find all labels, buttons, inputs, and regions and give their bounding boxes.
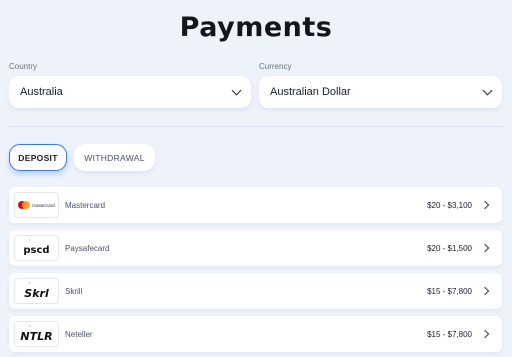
chevron-right-icon bbox=[480, 200, 490, 210]
payment-method-neteller[interactable]: ▪ NTLR Neteller $15 - $7,800 bbox=[9, 316, 502, 352]
payment-method-name: Mastercard bbox=[65, 200, 106, 210]
chevron-down-icon bbox=[482, 85, 493, 95]
paysafecard-logo-text: pscd bbox=[23, 244, 50, 256]
country-value: Australia bbox=[20, 86, 63, 98]
chevron-right-icon bbox=[480, 286, 490, 296]
payment-method-range: $20 - $3,100 bbox=[427, 200, 472, 210]
paysafecard-logo: ▪ pscd bbox=[14, 235, 59, 261]
payment-method-skrill[interactable]: ▪ Skrl Skrill $15 - $7,800 bbox=[9, 273, 502, 309]
chevron-right-icon bbox=[480, 329, 490, 339]
tab-deposit[interactable]: DEPOSIT bbox=[9, 144, 67, 171]
divider bbox=[8, 126, 504, 127]
payment-method-name: Skrill bbox=[65, 286, 83, 296]
chevron-right-icon bbox=[480, 243, 490, 253]
skrill-logo: ▪ Skrl bbox=[14, 278, 59, 304]
payment-method-name: Neteller bbox=[65, 329, 93, 339]
tab-deposit-label: DEPOSIT bbox=[18, 152, 58, 163]
country-label: Country bbox=[9, 62, 38, 71]
tab-withdrawal[interactable]: WITHDRAWAL bbox=[74, 144, 155, 171]
mastercard-logo-text: mastercard bbox=[32, 202, 55, 208]
neteller-logo-text: NTLR bbox=[20, 329, 53, 343]
currency-value: Australian Dollar bbox=[270, 86, 351, 98]
payment-method-range: $15 - $7,800 bbox=[427, 286, 472, 296]
currency-select[interactable]: Australian Dollar bbox=[259, 76, 502, 108]
payment-method-range: $15 - $7,800 bbox=[427, 329, 472, 339]
payment-method-mastercard[interactable]: mastercard Mastercard $20 - $3,100 bbox=[9, 187, 502, 223]
page-title: Payments bbox=[179, 12, 333, 43]
mastercard-circles-icon bbox=[18, 201, 31, 209]
chevron-down-icon bbox=[231, 85, 242, 95]
mastercard-logo: mastercard bbox=[14, 192, 59, 218]
tab-withdrawal-label: WITHDRAWAL bbox=[84, 152, 145, 163]
payments-page: Payments Country Australia Currency Aust… bbox=[0, 0, 512, 357]
neteller-logo: ▪ NTLR bbox=[14, 321, 59, 347]
currency-label: Currency bbox=[259, 62, 292, 71]
payment-method-paysafecard[interactable]: ▪ pscd Paysafecard $20 - $1,500 bbox=[9, 230, 502, 266]
payment-method-range: $20 - $1,500 bbox=[427, 243, 472, 253]
skrill-logo-text: Skrl bbox=[24, 286, 49, 300]
country-select[interactable]: Australia bbox=[9, 76, 251, 108]
payment-method-name: Paysafecard bbox=[65, 243, 110, 253]
